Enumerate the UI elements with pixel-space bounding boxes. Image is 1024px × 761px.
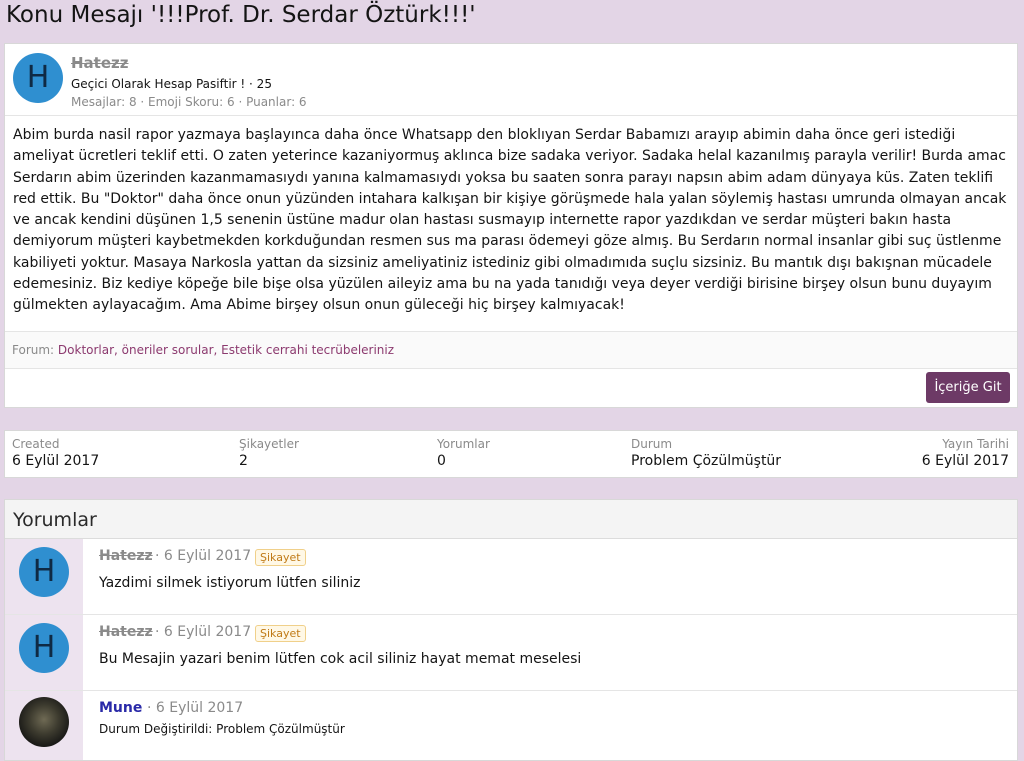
stat-created: Created 6 Eylül 2017: [12, 437, 99, 469]
comment-author[interactable]: Mune: [99, 700, 142, 716]
username-link[interactable]: Hatezz: [71, 54, 128, 72]
stat-complaints: Şikayetler 2: [239, 437, 299, 469]
forum-line: Forum: Doktorlar, öneriler sorular, Este…: [5, 331, 1017, 369]
avatar[interactable]: H: [19, 547, 69, 597]
stat-label: Durum: [631, 437, 673, 451]
user-title: Geçici Olarak Hesap Pasiftir ! · 25: [71, 77, 272, 91]
avatar[interactable]: H: [19, 623, 69, 673]
stat-label: Yorumlar: [437, 437, 490, 451]
stat-label: Yayın Tarihi: [942, 437, 1009, 451]
comment-item: H Hatezz · 6 Eylül 2017 Şikayet Bu Mesaj…: [5, 615, 1017, 691]
complaint-badge: Şikayet: [255, 625, 306, 642]
stat-label: Created: [12, 437, 60, 451]
comment-date: · 6 Eylül 2017: [155, 548, 252, 564]
comments-title: Yorumlar: [13, 509, 97, 531]
comment-text: Bu Mesajin yazari benim lütfen cok acil …: [99, 651, 582, 667]
stat-published: Yayın Tarihi 6 Eylül 2017: [922, 437, 1009, 469]
comments-section: Yorumlar H Hatezz · 6 Eylül 2017 Şikayet…: [4, 499, 1018, 761]
comment-date: · 6 Eylül 2017: [155, 624, 252, 640]
comment-item: H Hatezz · 6 Eylül 2017 Şikayet Yazdimi …: [5, 539, 1017, 615]
stat-value: 6 Eylül 2017: [921, 453, 1009, 469]
comment-item: Mune · 6 Eylül 2017 Durum Değiştirildi: …: [5, 691, 1017, 760]
message-body: Abim burda nasil rapor yazmaya başlayınc…: [13, 127, 1007, 314]
stat-value: 0: [437, 453, 446, 469]
comment-text: Yazdimi silmek istiyorum lütfen siliniz: [99, 575, 361, 591]
comments-header: Yorumlar: [5, 500, 1017, 539]
stats-bar: Created 6 Eylül 2017 Şikayetler 2 Yoruml…: [4, 430, 1018, 478]
forum-link[interactable]: Doktorlar, öneriler sorular, Estetik cer…: [58, 343, 394, 357]
comment-text: Durum Değiştirildi: Problem Çözülmüştür: [99, 722, 345, 736]
avatar[interactable]: H: [13, 53, 63, 103]
stat-value: 2: [239, 453, 248, 469]
stat-comments: Yorumlar 0: [437, 437, 490, 469]
goto-content-button[interactable]: İçeriğe Git: [926, 372, 1010, 403]
user-stats: Mesajlar: 8 · Emoji Skoru: 6 · Puanlar: …: [71, 95, 307, 109]
complaint-badge: Şikayet: [255, 549, 306, 566]
page-title: Konu Mesajı '!!!Prof. Dr. Serdar Öztürk!…: [6, 2, 476, 28]
message-card: H Hatezz Geçici Olarak Hesap Pasiftir ! …: [4, 43, 1018, 408]
header-divider: [5, 115, 1017, 116]
stat-value: Problem Çözülmüştür: [631, 453, 782, 469]
stat-status: Durum Problem Çözülmüştür: [631, 437, 781, 469]
stat-label: Şikayetler: [239, 437, 299, 451]
forum-label: Forum:: [12, 343, 55, 357]
avatar[interactable]: [19, 697, 69, 747]
comment-date: · 6 Eylül 2017: [147, 700, 244, 716]
comment-author[interactable]: Hatezz: [99, 548, 153, 564]
stat-value: 6 Eylül 2017: [12, 453, 100, 469]
comment-author[interactable]: Hatezz: [99, 624, 153, 640]
